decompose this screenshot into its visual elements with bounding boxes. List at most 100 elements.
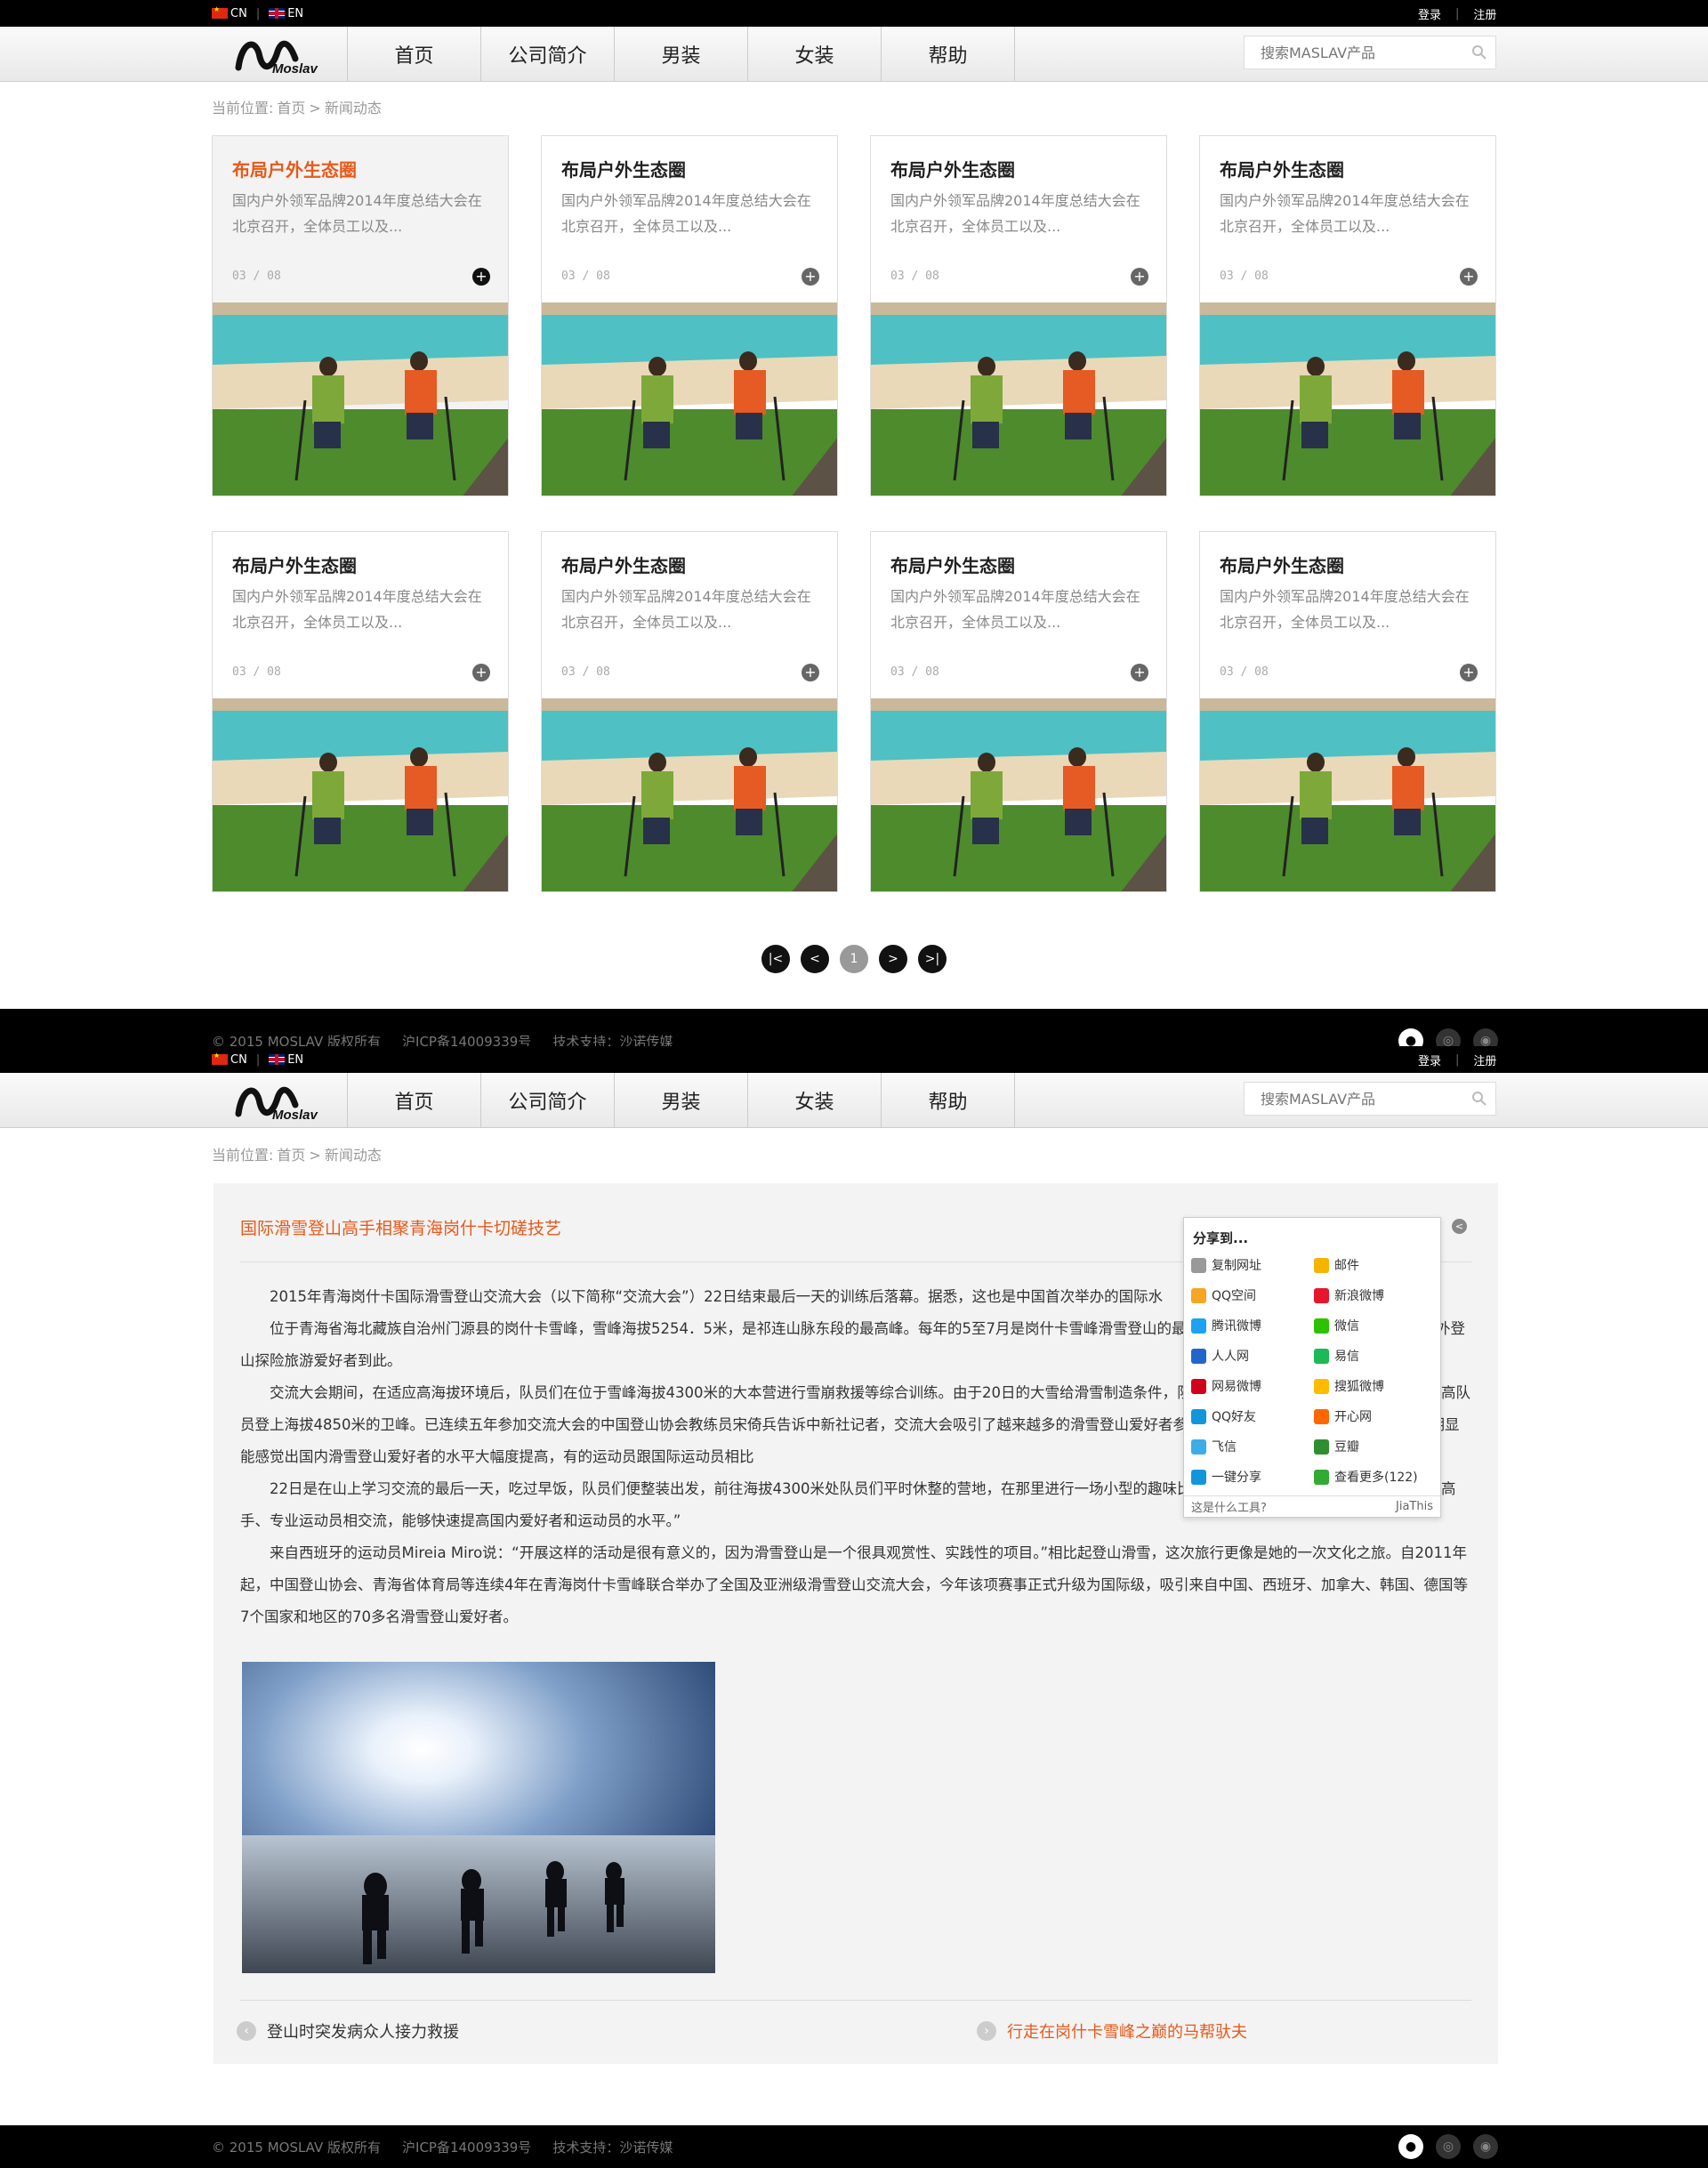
search-icon[interactable] bbox=[1463, 1083, 1495, 1115]
wechat-icon[interactable]: ◎ bbox=[1436, 2134, 1461, 2159]
news-card[interactable]: 布局户外生态圈 国内户外领军品牌2014年度总结大会在北京召开，全体员工以及...… bbox=[212, 531, 509, 892]
weibo-icon[interactable]: ◉ bbox=[1473, 2134, 1498, 2159]
share-sina-weibo[interactable]: 新浪微博 bbox=[1314, 1285, 1437, 1305]
news-card[interactable]: 布局户外生态圈 国内户外领军品牌2014年度总结大会在北京召开，全体员工以及...… bbox=[1199, 531, 1496, 892]
news-card[interactable]: 布局户外生态圈 国内户外领军品牌2014年度总结大会在北京召开，全体员工以及...… bbox=[870, 135, 1167, 496]
hikers-lake-photo[interactable] bbox=[1200, 302, 1496, 496]
lang-en-2[interactable]: EN bbox=[269, 1053, 303, 1067]
nav-company[interactable]: 公司简介 bbox=[481, 27, 615, 82]
nav-women[interactable]: 女装 bbox=[748, 1073, 882, 1128]
hikers-lake-photo[interactable] bbox=[871, 698, 1167, 892]
share-yixin[interactable]: 易信 bbox=[1314, 1346, 1437, 1366]
lang-en[interactable]: EN bbox=[269, 7, 303, 20]
china-flag-icon bbox=[212, 1052, 228, 1065]
share-one-key-share[interactable]: 一键分享 bbox=[1191, 1467, 1314, 1487]
register-link[interactable]: 注册 bbox=[1473, 5, 1496, 22]
news-card[interactable]: 布局户外生态圈 国内户外领军品牌2014年度总结大会在北京召开，全体员工以及...… bbox=[1199, 135, 1496, 496]
qq-icon[interactable]: ● bbox=[1398, 2134, 1423, 2159]
next-article-link[interactable]: › 行走在岗什卡雪峰之巅的马帮驮夫 bbox=[977, 2019, 1247, 2043]
share-list: 复制网址 邮件 QQ空间 新浪微博 腾讯微博 微信 人人网 易信 网易微博 搜狐微博 QQ好友 开心网… bbox=[1191, 1255, 1437, 1487]
copy-link-icon bbox=[1191, 1257, 1206, 1273]
plus-icon[interactable]: + bbox=[802, 664, 819, 681]
footer-icp[interactable]: 沪ICP备14009339号 bbox=[402, 2138, 531, 2156]
nav-men[interactable]: 男装 bbox=[615, 1073, 748, 1128]
lang-cn-2[interactable]: CN bbox=[212, 1052, 247, 1067]
hikers-lake-photo[interactable] bbox=[871, 302, 1167, 496]
share-fetion[interactable]: 飞信 bbox=[1191, 1437, 1314, 1456]
news-card-title[interactable]: 布局户外生态圈 bbox=[890, 552, 1015, 577]
auth-links: 登录 | 注册 bbox=[1418, 5, 1497, 22]
share-qzone[interactable]: QQ空间 bbox=[1191, 1285, 1314, 1305]
prev-page-button[interactable]: < bbox=[801, 945, 829, 973]
news-card-title[interactable]: 布局户外生态圈 bbox=[1220, 156, 1344, 181]
share-help-link[interactable]: 这是什么工具? bbox=[1191, 1498, 1267, 1515]
plus-icon[interactable]: + bbox=[472, 268, 490, 286]
plus-icon[interactable]: + bbox=[1131, 268, 1148, 286]
lang-cn[interactable]: CN bbox=[212, 5, 247, 20]
share-more-share[interactable]: 查看更多(122) bbox=[1314, 1467, 1437, 1487]
news-card-title[interactable]: 布局户外生态圈 bbox=[1220, 552, 1344, 577]
news-card-title[interactable]: 布局户外生态圈 bbox=[232, 552, 357, 577]
nav-help[interactable]: 帮助 bbox=[882, 27, 1015, 82]
footer-support[interactable]: 技术支持：沙诺传媒 bbox=[552, 2138, 673, 2156]
nav-home[interactable]: 首页 bbox=[348, 27, 481, 82]
share-tencent-weibo[interactable]: 腾讯微博 bbox=[1191, 1316, 1314, 1335]
language-switcher: CN | EN bbox=[212, 0, 303, 27]
plus-icon[interactable]: + bbox=[802, 268, 819, 286]
hikers-lake-photo[interactable] bbox=[1200, 698, 1496, 892]
moslav-logo[interactable]: Moslav bbox=[233, 1078, 331, 1123]
svg-text:Moslav: Moslav bbox=[272, 61, 319, 77]
register-link-2[interactable]: 注册 bbox=[1473, 1052, 1496, 1068]
news-card-title[interactable]: 布局户外生态圈 bbox=[890, 156, 1015, 181]
share-qq-friend[interactable]: QQ好友 bbox=[1191, 1406, 1314, 1426]
nav-help[interactable]: 帮助 bbox=[882, 1073, 1015, 1128]
last-page-button[interactable]: >| bbox=[918, 945, 947, 973]
breadcrumb-2: 当前位置: 首页 > 新闻动态 bbox=[212, 1147, 382, 1164]
first-page-button[interactable]: |< bbox=[761, 945, 790, 973]
next-page-button[interactable]: > bbox=[879, 945, 907, 973]
navbar-2: Moslav 首页 公司简介 男装 女装 帮助 bbox=[0, 1073, 1708, 1128]
hikers-lake-photo[interactable] bbox=[542, 698, 838, 892]
news-card[interactable]: 布局户外生态圈 国内户外领军品牌2014年度总结大会在北京召开，全体员工以及...… bbox=[541, 531, 838, 892]
nav-women[interactable]: 女装 bbox=[748, 27, 882, 82]
plus-icon[interactable]: + bbox=[1131, 664, 1148, 681]
hikers-lake-photo[interactable] bbox=[213, 698, 509, 892]
plus-icon[interactable]: + bbox=[1460, 268, 1478, 286]
nav-home[interactable]: 首页 bbox=[348, 1073, 481, 1128]
search-input[interactable] bbox=[1245, 1090, 1463, 1108]
prev-article-link[interactable]: ‹ 登山时突发病众人接力救援 bbox=[237, 2019, 459, 2043]
news-card[interactable]: 布局户外生态圈 国内户外领军品牌2014年度总结大会在北京召开，全体员工以及...… bbox=[212, 135, 509, 496]
news-card[interactable]: 布局户外生态圈 国内户外领军品牌2014年度总结大会在北京召开，全体员工以及...… bbox=[541, 135, 838, 496]
share-netease-weibo[interactable]: 网易微博 bbox=[1191, 1376, 1314, 1396]
share-item-label: 飞信 bbox=[1212, 1440, 1237, 1455]
current-page[interactable]: 1 bbox=[840, 945, 868, 973]
share-renren[interactable]: 人人网 bbox=[1191, 1346, 1314, 1366]
share-item-label: 复制网址 bbox=[1212, 1259, 1261, 1273]
plus-icon[interactable]: + bbox=[1460, 664, 1478, 681]
breadcrumb-home[interactable]: 首页 bbox=[277, 1147, 305, 1164]
share-wechat[interactable]: 微信 bbox=[1314, 1316, 1437, 1335]
moslav-logo[interactable]: Moslav bbox=[233, 32, 331, 77]
share-douban[interactable]: 豆瓣 bbox=[1314, 1437, 1437, 1456]
breadcrumb-home[interactable]: 首页 bbox=[277, 100, 305, 117]
login-link[interactable]: 登录 bbox=[1418, 5, 1441, 22]
search-input[interactable] bbox=[1245, 44, 1463, 61]
share-kaixin[interactable]: 开心网 bbox=[1314, 1406, 1437, 1426]
nav-company[interactable]: 公司简介 bbox=[481, 1073, 615, 1128]
news-card[interactable]: 布局户外生态圈 国内户外领军品牌2014年度总结大会在北京召开，全体员工以及...… bbox=[870, 531, 1167, 892]
share-email[interactable]: 邮件 bbox=[1314, 1255, 1437, 1275]
news-card-title[interactable]: 布局户外生态圈 bbox=[561, 156, 686, 181]
share-item-label: 豆瓣 bbox=[1334, 1440, 1359, 1455]
news-card-title[interactable]: 布局户外生态圈 bbox=[232, 156, 357, 181]
plus-icon[interactable]: + bbox=[472, 664, 490, 681]
nav-men[interactable]: 男装 bbox=[615, 27, 748, 82]
share-copy-link[interactable]: 复制网址 bbox=[1191, 1255, 1314, 1275]
hikers-lake-photo[interactable] bbox=[542, 302, 838, 496]
jiathis-brand[interactable]: JiaThis bbox=[1396, 1500, 1433, 1513]
share-sohu-weibo[interactable]: 搜狐微博 bbox=[1314, 1376, 1437, 1396]
login-link-2[interactable]: 登录 bbox=[1418, 1052, 1441, 1068]
hikers-lake-photo[interactable] bbox=[213, 302, 509, 496]
search-icon[interactable] bbox=[1463, 36, 1495, 69]
news-card-title[interactable]: 布局户外生态圈 bbox=[561, 552, 686, 577]
share-toggle-icon[interactable]: < bbox=[1452, 1219, 1467, 1234]
